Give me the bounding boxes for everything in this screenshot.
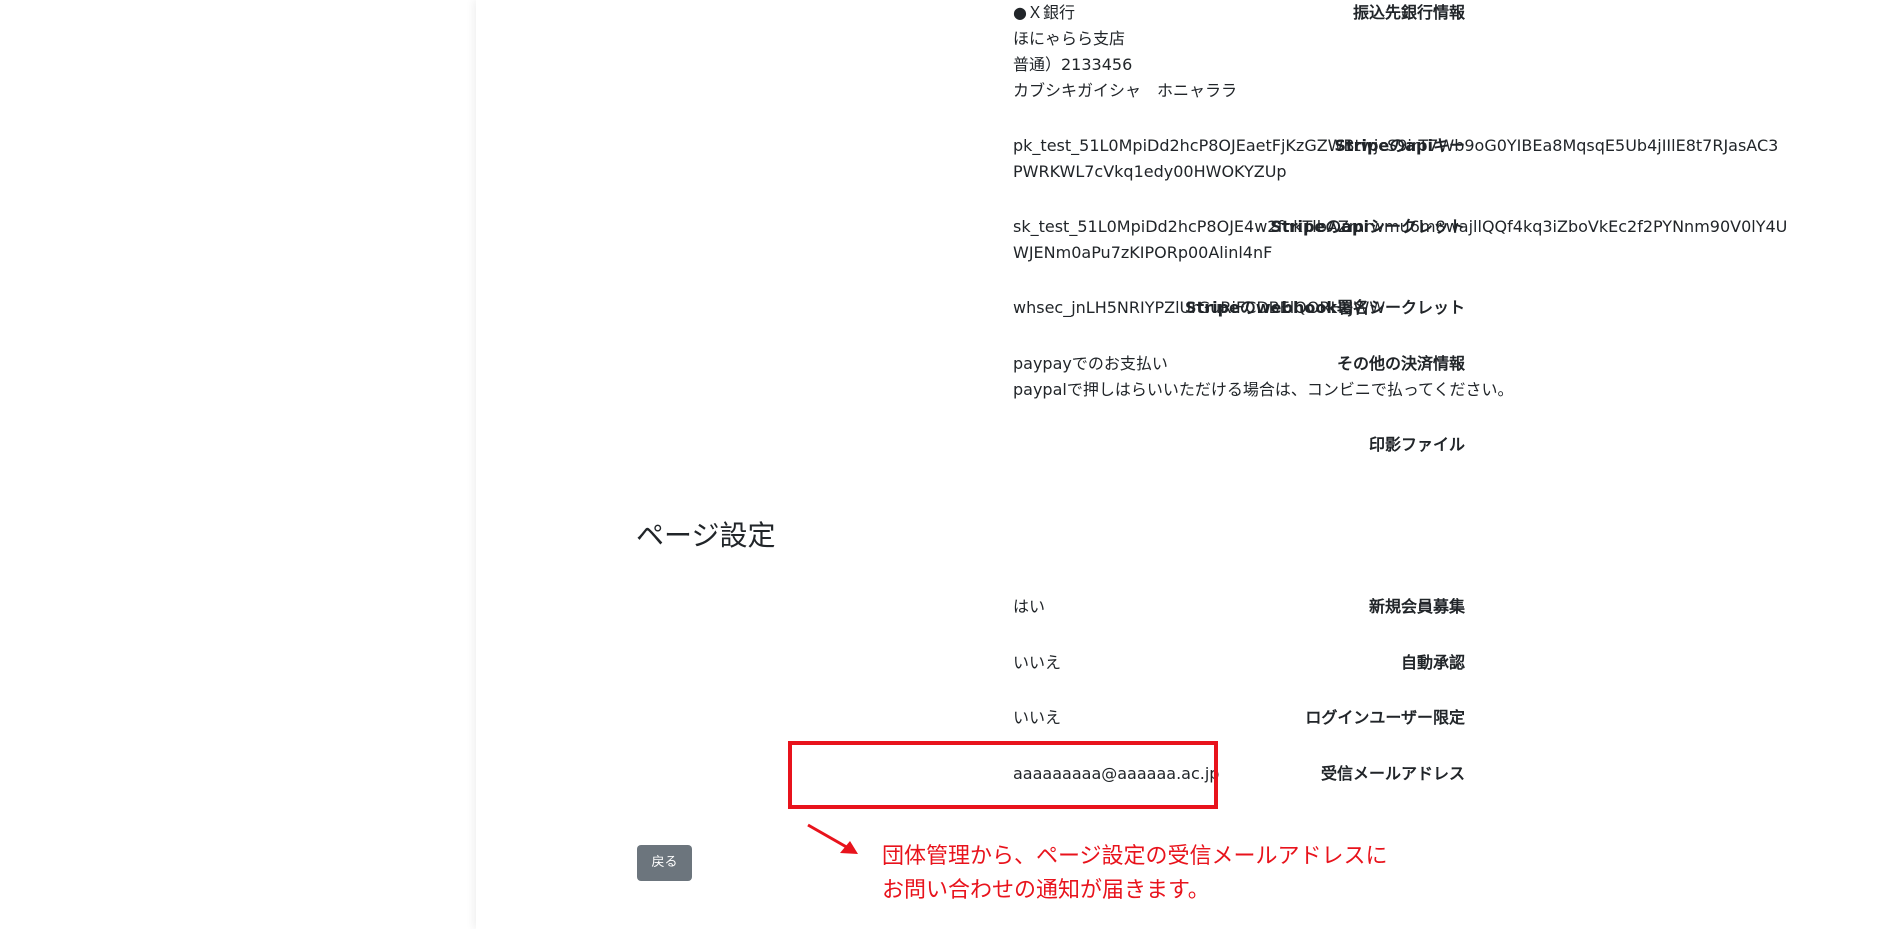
bank-info-line: カブシキガイシャ ホニャララ xyxy=(1013,81,1238,100)
stripe-api-secret-line: WJENm0aPu7zKIPORp00Alinl4nF xyxy=(1013,243,1273,262)
annotation-text: 団体管理から、ページ設定の受信メールアドレスに お問い合わせの通知が届きます。 xyxy=(882,840,1388,908)
main-content: 振込先銀行情報 ●Ｘ銀行 ほにゃらら支店 普通）2133456 カブシキガイシャ… xyxy=(476,0,1902,929)
auto-approve-value: いいえ xyxy=(1013,653,1062,672)
annotation-line: お問い合わせの通知が届きます。 xyxy=(882,878,1210,903)
annotation-arrow-icon xyxy=(807,823,858,854)
stripe-api-key-line: PWRKWL7cVkq1edy00HWOKYZUp xyxy=(1013,162,1287,181)
stripe-api-secret-value: sk_test_51L0MpiDd2hcP8OJE4w2fnkTlbAZmrwm… xyxy=(1013,214,1788,266)
bank-info-value: ●Ｘ銀行 ほにゃらら支店 普通）2133456 カブシキガイシャ ホニャララ xyxy=(1013,0,1753,104)
page-settings-title: ページ設定 xyxy=(636,519,776,552)
back-button[interactable]: 戻る xyxy=(637,845,692,881)
other-payment-line: paypayでのお支払い xyxy=(1013,354,1168,373)
bank-info-line: ほにゃらら支店 xyxy=(1013,29,1126,48)
seal-file-label: 印影ファイル xyxy=(1368,435,1465,454)
annotation-line: 団体管理から、ページ設定の受信メールアドレスに xyxy=(882,844,1388,869)
stripe-api-key-line: pk_test_51L0MpiDd2hcP8OJEaetFjKzGZWBtwjc… xyxy=(1013,136,1779,155)
stripe-webhook-line: whsec_jnLH5NRIYPZlUrGuRiFCDBElQORHtJWW xyxy=(1013,298,1386,317)
login-only-value: いいえ xyxy=(1013,708,1062,727)
other-payment-line: paypalで押しはらいいただける場合は、コンビニで払ってください。 xyxy=(1013,380,1514,399)
sidebar xyxy=(0,0,476,929)
bank-info-line: ●Ｘ銀行 xyxy=(1013,3,1075,22)
bank-info-line: 普通）2133456 xyxy=(1013,55,1133,74)
highlight-box xyxy=(788,741,1218,809)
new-member-value: はい xyxy=(1013,597,1046,616)
stripe-api-key-value: pk_test_51L0MpiDd2hcP8OJEaetFjKzGZWBtwjc… xyxy=(1013,133,1779,185)
stripe-webhook-value: whsec_jnLH5NRIYPZlUrGuRiFCDBElQORHtJWW xyxy=(1013,295,1753,321)
other-payment-value: paypayでのお支払い paypalで押しはらいいただける場合は、コンビニで払… xyxy=(1013,351,1753,403)
stripe-api-secret-line: sk_test_51L0MpiDd2hcP8OJE4w2fnkTlbAZmrwm… xyxy=(1013,217,1788,236)
